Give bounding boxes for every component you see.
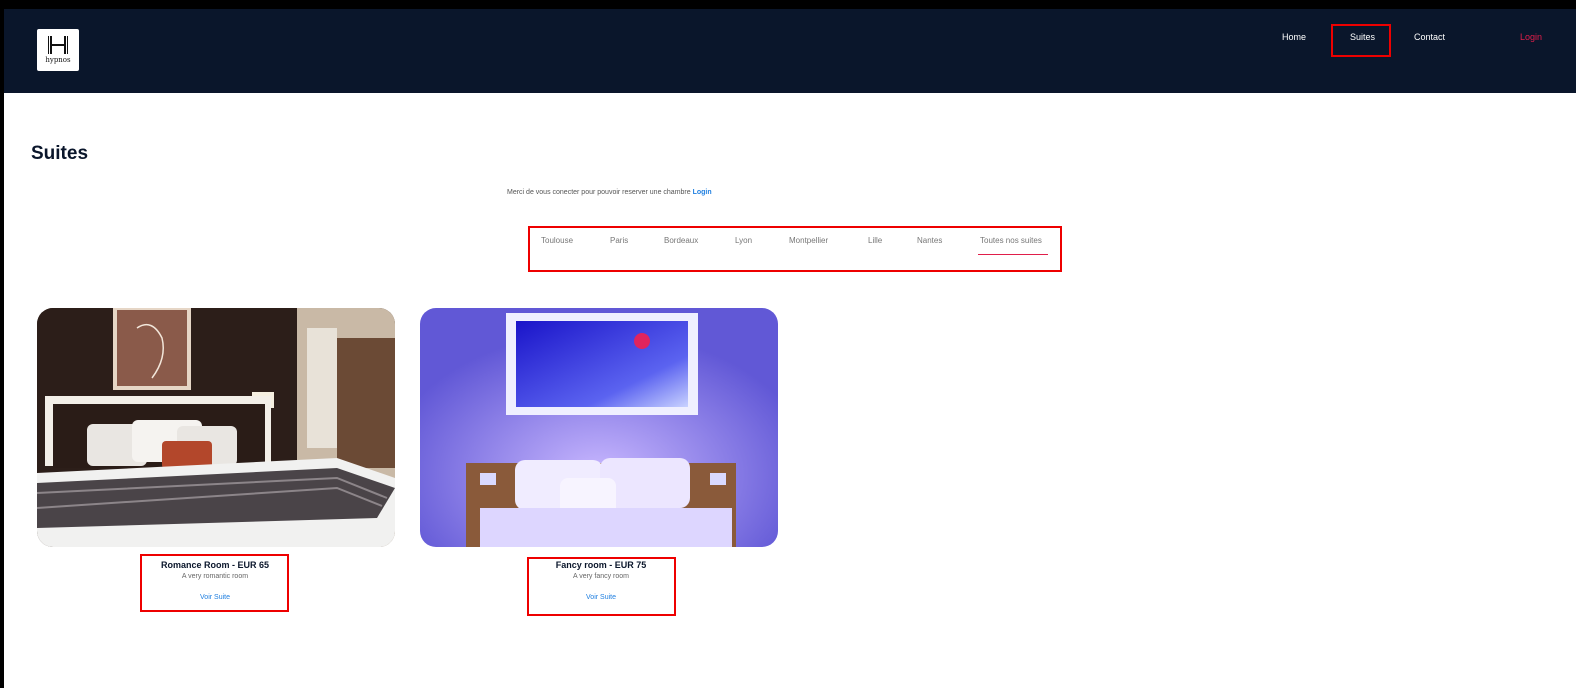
hypnos-logo[interactable]: hypnos (37, 29, 79, 71)
suites-highlight-box (1331, 24, 1391, 57)
h-logo-icon (48, 36, 68, 54)
tab-bordeaux[interactable]: Bordeaux (664, 236, 698, 245)
tab-all-suites[interactable]: Toutes nos suites (980, 236, 1042, 245)
login-notice: Merci de vous conecter pour pouvoir rese… (507, 189, 712, 196)
tab-toulouse[interactable]: Toulouse (541, 236, 573, 245)
page: hypnos Home Suites Contact Login Suites … (4, 9, 1576, 688)
room2-voir-suite-link[interactable]: Voir Suite (501, 594, 701, 601)
nav-home-link[interactable]: Home (1282, 32, 1306, 42)
room1-description: A very romantic room (181, 573, 249, 580)
tab-paris[interactable]: Paris (610, 236, 628, 245)
nav-login-link[interactable]: Login (1520, 32, 1542, 42)
fancy-room-image[interactable] (420, 308, 778, 547)
tab-nantes[interactable]: Nantes (917, 236, 942, 245)
tab-lille[interactable]: Lille (868, 236, 882, 245)
active-tab-underline (978, 254, 1048, 255)
romance-room-image[interactable] (37, 308, 395, 547)
tabs-highlight-box (528, 226, 1062, 272)
login-notice-text: Merci de vous conecter pour pouvoir rese… (507, 189, 691, 196)
tab-lyon[interactable]: Lyon (735, 236, 752, 245)
room2-description: A very fancy room (572, 573, 630, 580)
nav-contact-link[interactable]: Contact (1414, 32, 1445, 42)
logo-wordmark: hypnos (45, 56, 71, 64)
notice-login-link[interactable]: Login (693, 189, 712, 196)
room1-voir-suite-link[interactable]: Voir Suite (115, 594, 315, 601)
room1-title: Romance Room - EUR 65 (160, 560, 270, 570)
room2-title: Fancy room - EUR 75 (555, 560, 647, 570)
tab-montpellier[interactable]: Montpellier (789, 236, 828, 245)
page-title: Suites (31, 143, 89, 164)
